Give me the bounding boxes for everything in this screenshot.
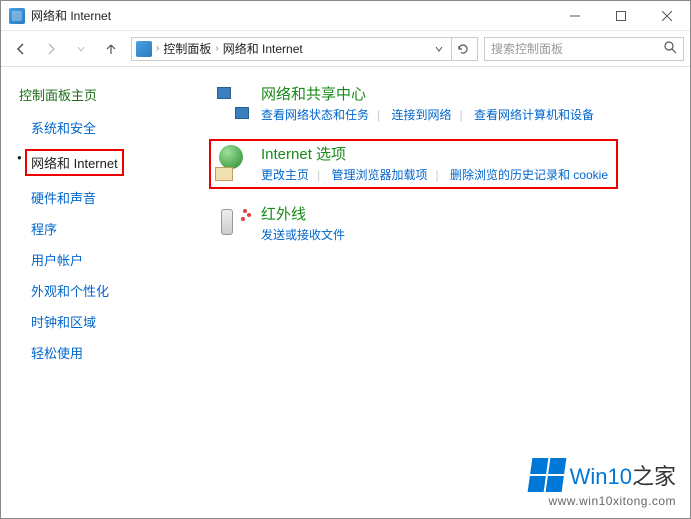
maximize-button[interactable] [598, 1, 644, 30]
back-button[interactable] [7, 35, 35, 63]
infrared-icon [213, 203, 253, 243]
search-icon [664, 41, 677, 57]
link-manage-addons[interactable]: 管理浏览器加载项 [331, 168, 427, 182]
sidebar-item-hardware[interactable]: 硬件和声音 [19, 188, 201, 207]
location-icon [136, 41, 152, 57]
sidebar-home[interactable]: 控制面板主页 [19, 85, 201, 104]
sidebar-item-ease[interactable]: 轻松使用 [19, 343, 201, 362]
history-dropdown[interactable] [67, 35, 95, 63]
body-area: 控制面板主页 系统和安全 网络和 Internet 硬件和声音 程序 用户帐户 … [1, 67, 690, 518]
link-delete-history[interactable]: 删除浏览的历史记录和 cookie [450, 168, 608, 182]
sidebar: 控制面板主页 系统和安全 网络和 Internet 硬件和声音 程序 用户帐户 … [1, 67, 201, 518]
navigation-bar: › 控制面板 › 网络和 Internet 搜索控制面板 [1, 31, 690, 67]
link-view-status[interactable]: 查看网络状态和任务 [261, 108, 369, 122]
up-button[interactable] [97, 35, 125, 63]
app-icon [9, 8, 25, 24]
section-infrared: 红外线 发送或接收文件 [213, 203, 678, 245]
sidebar-item-users[interactable]: 用户帐户 [19, 250, 201, 269]
section-internet-options: Internet 选项 更改主页| 管理浏览器加载项| 删除浏览的历史记录和 c… [209, 139, 618, 189]
sidebar-item-system[interactable]: 系统和安全 [19, 118, 201, 137]
search-placeholder: 搜索控制面板 [491, 40, 664, 57]
sidebar-item-appearance[interactable]: 外观和个性化 [19, 281, 201, 300]
refresh-button[interactable] [451, 38, 473, 60]
watermark: Win10之家 www.win10xitong.com [530, 458, 676, 508]
title-bar: 网络和 Internet [1, 1, 690, 31]
internet-options-icon [213, 143, 253, 183]
forward-button[interactable] [37, 35, 65, 63]
sidebar-item-programs[interactable]: 程序 [19, 219, 201, 238]
link-send-receive[interactable]: 发送或接收文件 [261, 228, 345, 242]
search-input[interactable]: 搜索控制面板 [484, 37, 684, 61]
minimize-button[interactable] [552, 1, 598, 30]
section-links: 发送或接收文件 [261, 226, 678, 245]
section-title[interactable]: 红外线 [261, 203, 678, 224]
link-connect-network[interactable]: 连接到网络 [391, 108, 451, 122]
section-links: 更改主页| 管理浏览器加载项| 删除浏览的历史记录和 cookie [261, 166, 614, 185]
window-title: 网络和 Internet [31, 7, 552, 24]
section-title[interactable]: Internet 选项 [261, 143, 614, 164]
close-button[interactable] [644, 1, 690, 30]
address-dropdown[interactable] [431, 45, 447, 53]
content-area: 网络和共享中心 查看网络状态和任务| 连接到网络| 查看网络计算机和设备 Int… [201, 67, 690, 518]
sidebar-item-network[interactable]: 网络和 Internet [19, 149, 201, 176]
section-network-sharing: 网络和共享中心 查看网络状态和任务| 连接到网络| 查看网络计算机和设备 [213, 83, 678, 125]
windows-logo-icon [527, 458, 566, 492]
address-bar[interactable]: › 控制面板 › 网络和 Internet [131, 37, 478, 61]
section-title[interactable]: 网络和共享中心 [261, 83, 678, 104]
link-view-devices[interactable]: 查看网络计算机和设备 [474, 108, 594, 122]
window-controls [552, 1, 690, 30]
breadcrumb-item[interactable]: 控制面板 [163, 40, 211, 57]
breadcrumb-item[interactable]: 网络和 Internet [223, 40, 303, 57]
chevron-right-icon: › [156, 43, 159, 54]
section-links: 查看网络状态和任务| 连接到网络| 查看网络计算机和设备 [261, 106, 678, 125]
watermark-brand: Win10之家 [570, 459, 676, 491]
watermark-url: www.win10xitong.com [530, 494, 676, 508]
highlight-annotation: 网络和 Internet [25, 149, 124, 176]
sidebar-item-clock[interactable]: 时钟和区域 [19, 312, 201, 331]
chevron-right-icon: › [215, 43, 218, 54]
link-change-homepage[interactable]: 更改主页 [261, 168, 309, 182]
network-sharing-icon [213, 83, 253, 123]
